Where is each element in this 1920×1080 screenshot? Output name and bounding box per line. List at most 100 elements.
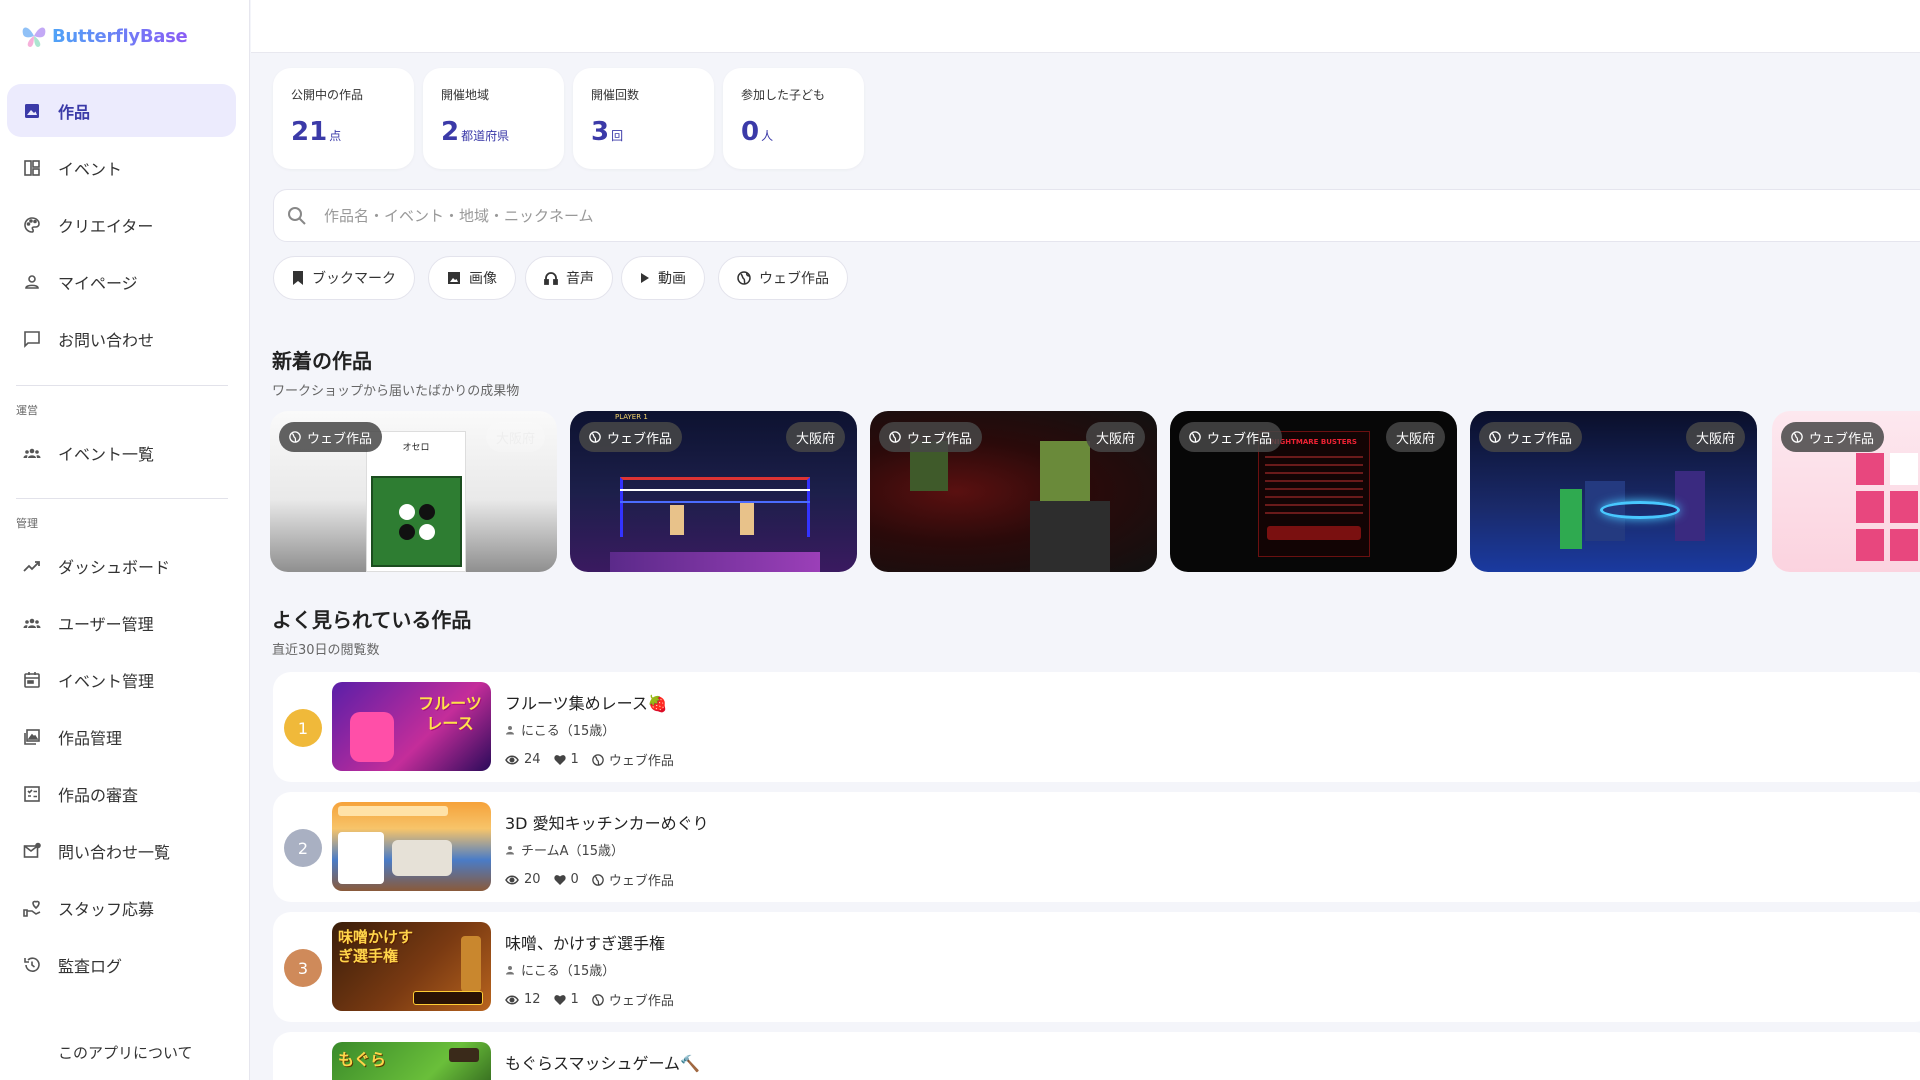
group-icon	[22, 613, 42, 633]
type-badge: ウェブ作品	[879, 422, 983, 452]
work-card[interactable]: ウェブ作品 大阪府	[1470, 411, 1757, 572]
globe-icon	[1791, 431, 1803, 443]
stat-label: 開催回数	[591, 88, 640, 102]
sidebar-item-label: マイページ	[58, 273, 138, 293]
ring-rope	[620, 489, 810, 491]
sidebar-item-label: スタッフ応募	[58, 899, 155, 919]
image-icon	[22, 101, 42, 121]
tile	[1856, 529, 1884, 561]
trend-icon	[22, 556, 42, 576]
type-badge: ウェブ作品	[579, 422, 683, 452]
ranking-item[interactable]: もぐら もぐらスマッシュゲーム🔨	[273, 1032, 1920, 1080]
game-panel: NIGHTMARE BUSTERS	[1258, 431, 1370, 557]
sidebar-item-user-management[interactable]: ユーザー管理	[7, 596, 236, 649]
sidebar-item-inquiries[interactable]: 問い合わせ一覧	[7, 824, 236, 877]
sidebar-item-mypage[interactable]: マイページ	[7, 255, 236, 308]
globe-icon	[1189, 431, 1201, 443]
stat-card-children: 参加した子ども 0人	[723, 68, 864, 169]
like-count: 1	[570, 752, 579, 767]
filter-chip-bookmark[interactable]: ブックマーク	[273, 256, 415, 300]
sidebar-item-label: 問い合わせ一覧	[58, 842, 171, 862]
sidebar-item-works[interactable]: 作品	[7, 84, 236, 137]
miso-bottle	[461, 936, 481, 992]
app-name: ButterflyBase	[52, 25, 188, 47]
search-input[interactable]	[324, 206, 1824, 225]
globe-icon	[592, 993, 604, 1006]
view-count: 20	[524, 872, 541, 887]
sidebar-item-staff-application[interactable]: スタッフ応募	[7, 881, 236, 934]
image-icon	[448, 272, 460, 284]
work-thumbnail	[332, 802, 491, 891]
work-card[interactable]: PLAYER 1 ウェブ作品 大阪府	[570, 411, 857, 572]
gallery-icon	[22, 727, 42, 747]
filter-chip-web[interactable]: ウェブ作品	[718, 256, 848, 300]
sidebar-item-label: ダッシュボード	[58, 557, 171, 577]
ranking-item[interactable]: 2 3D 愛知キッチンカーめぐり チームA（15歳） 20 0 ウェブ作品	[273, 792, 1920, 902]
stat-value: 3回	[591, 117, 714, 147]
eye-icon	[505, 995, 519, 1004]
sidebar: ButterflyBase 作品 イベント クリエイター マイページ お問い合わ…	[0, 0, 250, 1080]
work-thumbnail: オセロ	[366, 431, 466, 572]
sidebar-item-contact[interactable]: お問い合わせ	[7, 312, 236, 365]
work-card[interactable]: ウェブ作品 大阪府	[870, 411, 1157, 572]
work-card[interactable]: ウェブ作品	[1772, 411, 1920, 572]
search-icon	[288, 206, 306, 225]
work-card[interactable]: NIGHTMARE BUSTERS ウェブ作品 大阪府	[1170, 411, 1457, 572]
play-icon	[641, 273, 649, 283]
sidebar-divider	[16, 385, 228, 386]
stop-button	[413, 991, 483, 1005]
work-title[interactable]: フルーツ集めレース🍓	[505, 690, 668, 714]
work-thumbnail: もぐら	[332, 1042, 491, 1080]
sidebar-item-creators[interactable]: クリエイター	[7, 198, 236, 251]
about-app-link[interactable]: このアプリについて	[58, 1042, 193, 1063]
type-label: ウェブ作品	[1809, 431, 1875, 447]
tile-grid	[1856, 453, 1918, 561]
tile	[1856, 453, 1884, 485]
ranking-item[interactable]: 1 フルーツレース フルーツ集めレース🍓 にこる（15歳） 24 1 ウェブ作品	[273, 672, 1920, 782]
work-card[interactable]: オセロ ウェブ作品 大阪府	[270, 411, 557, 572]
thumbnail-panel	[338, 832, 384, 884]
section-label-ops: 運営	[16, 404, 38, 417]
work-title[interactable]: もぐらスマッシュゲーム🔨	[505, 1050, 700, 1074]
region-badge: 大阪府	[785, 422, 845, 452]
globe-icon	[592, 753, 604, 766]
stat-label: 開催地域	[441, 88, 490, 102]
stat-number: 21	[291, 117, 328, 147]
filter-chip-image[interactable]: 画像	[428, 256, 516, 300]
stat-number: 0	[741, 117, 760, 147]
sidebar-item-works-review[interactable]: 作品の審査	[7, 767, 236, 820]
thumbnail-title: 味噌かけすぎ選手権	[338, 928, 414, 965]
stat-value: 2 都道府県	[441, 117, 564, 147]
type-badge: ウェブ作品	[279, 422, 383, 452]
sidebar-item-event-list[interactable]: イベント一覧	[7, 426, 236, 479]
sidebar-item-dashboard[interactable]: ダッシュボード	[7, 539, 236, 592]
sidebar-item-events[interactable]: イベント	[7, 141, 236, 194]
type-label: ウェブ作品	[307, 431, 373, 447]
boxing-ring	[620, 477, 810, 537]
thumbnail-header	[338, 806, 448, 816]
person-icon	[506, 845, 514, 854]
chip-label: ブックマーク	[312, 271, 396, 287]
globe-icon	[1489, 431, 1501, 443]
ranking-item[interactable]: 3 味噌かけすぎ選手権 味噌、かけすぎ選手権 にこる（15歳） 12 1 ウェブ…	[273, 912, 1920, 1022]
mail-icon	[22, 841, 42, 861]
zombie-figure	[1040, 441, 1090, 501]
work-title[interactable]: 3D 愛知キッチンカーめぐり	[505, 810, 709, 834]
type-badge: ウェブ作品	[1781, 422, 1885, 452]
person-icon	[22, 272, 42, 292]
thumbnail-title: フルーツレース	[418, 694, 482, 733]
chat-icon	[22, 329, 42, 349]
view-count: 24	[524, 752, 541, 767]
sidebar-item-works-management[interactable]: 作品管理	[7, 710, 236, 763]
filter-chip-video[interactable]: 動画	[621, 256, 705, 300]
calendar-icon	[22, 670, 42, 690]
sidebar-item-audit-log[interactable]: 監査ログ	[7, 938, 236, 991]
stat-value: 0人	[741, 117, 864, 147]
filter-chip-audio[interactable]: 音声	[525, 256, 613, 300]
sidebar-item-event-management[interactable]: イベント管理	[7, 653, 236, 706]
section-subtitle-popular: 直近30日の閲覧数	[272, 643, 380, 658]
app-logo[interactable]: ButterflyBase	[20, 22, 188, 50]
tile	[1856, 491, 1884, 523]
work-title[interactable]: 味噌、かけすぎ選手権	[505, 930, 665, 954]
globe-icon	[889, 431, 901, 443]
